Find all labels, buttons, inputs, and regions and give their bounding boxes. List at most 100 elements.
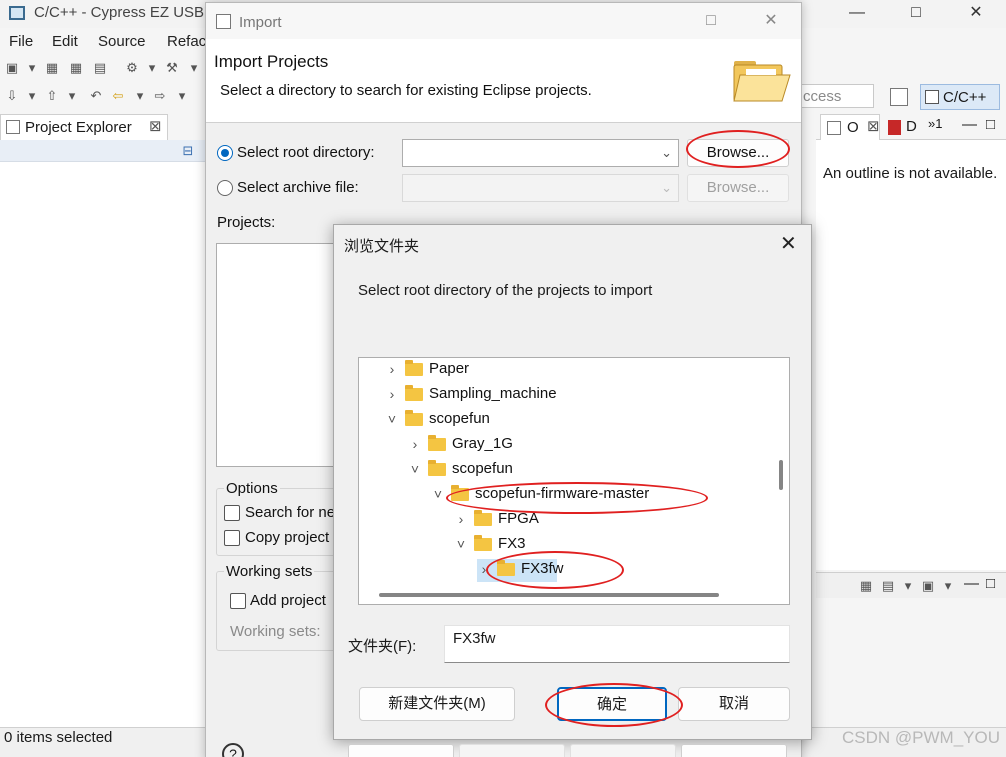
- tree-item[interactable]: › Paper: [359, 358, 769, 383]
- chevron-down-icon[interactable]: ▾: [64, 88, 80, 104]
- archive-file-radio[interactable]: [217, 180, 233, 196]
- chevron-down-icon[interactable]: ▾: [186, 60, 202, 76]
- chevron-down-icon[interactable]: ▾: [24, 60, 40, 76]
- copy-projects-checkbox[interactable]: [224, 530, 240, 546]
- build-config-icon[interactable]: ⚙: [124, 60, 140, 76]
- save-icon[interactable]: ▦: [44, 60, 60, 76]
- tree-item[interactable]: ˅ scopefun-firmware-master: [359, 483, 769, 508]
- chevron-down-icon[interactable]: ▾: [900, 578, 916, 594]
- browse-folder-dialog: 浏览文件夹 ✕ Select root directory of the pro…: [333, 224, 812, 740]
- projects-list[interactable]: [216, 243, 336, 467]
- tree-item[interactable]: ˅ scopefun: [359, 458, 769, 483]
- chevron-right-icon[interactable]: ›: [408, 436, 422, 452]
- browse-button[interactable]: Browse...: [687, 139, 789, 167]
- folder-tree[interactable]: › Paper › Sampling_machine ˅ scopefun › Gray_1G…: [358, 357, 790, 605]
- prev-annotation-icon[interactable]: ⇧: [44, 88, 60, 104]
- page-subtitle: Select a directory to search for existin…: [220, 82, 592, 99]
- wizard-cancel-button[interactable]: [681, 744, 787, 757]
- outline-tab[interactable]: O ⊠: [820, 114, 880, 140]
- close-icon[interactable]: ✕: [760, 10, 782, 32]
- view-menu-icon[interactable]: ▦: [858, 578, 874, 594]
- close-tab-icon[interactable]: ⊠: [149, 117, 162, 135]
- browse-title-bar: 浏览文件夹 ✕: [334, 225, 811, 261]
- last-edit-icon[interactable]: ↶: [88, 88, 104, 104]
- open-perspective-icon[interactable]: [890, 88, 908, 106]
- chevron-down-icon[interactable]: ▾: [24, 88, 40, 104]
- chevron-right-icon[interactable]: ›: [385, 386, 399, 402]
- tree-item[interactable]: ˅ FX3: [359, 533, 769, 558]
- close-tab-icon[interactable]: ⊠: [867, 117, 880, 135]
- archive-file-combo[interactable]: ⌄: [402, 174, 679, 202]
- close-icon[interactable]: ✕: [965, 2, 987, 24]
- cancel-button[interactable]: 取消: [678, 687, 790, 721]
- tree-item[interactable]: › FX3fw: [359, 558, 769, 583]
- chevron-right-icon[interactable]: ›: [454, 511, 468, 527]
- minimize-icon[interactable]: —: [846, 2, 868, 24]
- chevron-down-icon[interactable]: ▾: [174, 88, 190, 104]
- horizontal-scroll-thumb[interactable]: [379, 593, 719, 597]
- back-button[interactable]: [348, 744, 454, 757]
- project-explorer-tree[interactable]: [0, 162, 206, 727]
- project-explorer-tab[interactable]: Project Explorer ⊠: [0, 114, 168, 140]
- project-explorer-label: Project Explorer: [25, 119, 132, 136]
- chevron-down-icon[interactable]: ˅: [408, 461, 422, 477]
- search-nested-checkbox[interactable]: [224, 505, 240, 521]
- maximize-view-icon[interactable]: □: [986, 575, 995, 592]
- new-folder-button[interactable]: 新建文件夹(M): [359, 687, 515, 721]
- open-folder-icon: [733, 61, 791, 102]
- maximize-icon[interactable]: □: [905, 2, 927, 24]
- save-all-icon[interactable]: ▦: [68, 60, 84, 76]
- print-icon[interactable]: ▤: [92, 60, 108, 76]
- tree-item[interactable]: › Sampling_machine: [359, 383, 769, 408]
- chevron-down-icon[interactable]: ˅: [431, 486, 445, 502]
- minimize-view-icon[interactable]: —: [964, 575, 979, 592]
- collapse-all-icon[interactable]: ⊟: [180, 143, 196, 159]
- add-project-checkbox[interactable]: [230, 593, 246, 609]
- vertical-scroll-thumb[interactable]: [779, 460, 783, 490]
- maximize-view-icon[interactable]: □: [986, 116, 995, 133]
- perspective-cpp-button[interactable]: C/C++: [920, 84, 1000, 110]
- more-tabs-button[interactable]: »1: [928, 116, 942, 131]
- folder-icon: [405, 410, 423, 426]
- vertical-scrollbar[interactable]: [775, 358, 789, 586]
- pdf-tab[interactable]: D: [884, 114, 924, 140]
- display-icon[interactable]: ▤: [880, 578, 896, 594]
- chevron-right-icon[interactable]: ›: [385, 361, 399, 377]
- chevron-down-icon[interactable]: ˅: [385, 411, 399, 427]
- root-directory-radio[interactable]: [217, 145, 233, 161]
- next-annotation-icon[interactable]: ⇩: [4, 88, 20, 104]
- lower-right-toolbar: ▦ ▤ ▾ ▣ ▾ — □: [816, 572, 1006, 598]
- chevron-right-icon[interactable]: ›: [477, 561, 491, 577]
- import-window-icon: [216, 14, 231, 29]
- tree-item[interactable]: ˅ scopefun: [359, 408, 769, 433]
- tree-item[interactable]: › Gray_1G: [359, 433, 769, 458]
- tree-item[interactable]: › FPGA: [359, 508, 769, 533]
- root-directory-combo[interactable]: ⌄: [402, 139, 679, 167]
- help-icon[interactable]: ?: [222, 743, 244, 757]
- chevron-down-icon[interactable]: ▾: [144, 60, 160, 76]
- quick-access-input[interactable]: ccess: [800, 84, 874, 108]
- menu-file[interactable]: File: [9, 33, 33, 50]
- horizontal-scrollbar[interactable]: [359, 586, 775, 604]
- close-icon[interactable]: ✕: [780, 231, 797, 256]
- new-console-icon[interactable]: ▣: [920, 578, 936, 594]
- new-icon[interactable]: ▣: [4, 60, 20, 76]
- build-icon[interactable]: ⚒: [164, 60, 180, 76]
- browse-archive-button[interactable]: Browse...: [687, 174, 789, 202]
- chevron-down-icon[interactable]: ˅: [454, 536, 468, 552]
- menu-refactor[interactable]: Refac: [167, 33, 206, 50]
- next-button[interactable]: [459, 744, 565, 757]
- finish-button[interactable]: [570, 744, 676, 757]
- copy-projects-label: Copy project: [245, 529, 330, 546]
- maximize-icon[interactable]: □: [700, 10, 722, 32]
- chevron-down-icon[interactable]: ▾: [132, 88, 148, 104]
- folder-field[interactable]: FX3fw: [444, 625, 790, 663]
- ok-button[interactable]: 确定: [557, 687, 667, 721]
- chevron-down-icon[interactable]: ▾: [940, 578, 956, 594]
- minimize-view-icon[interactable]: —: [962, 116, 977, 133]
- menu-source[interactable]: Source: [98, 33, 146, 50]
- back-icon[interactable]: ⇦: [110, 88, 126, 104]
- forward-icon[interactable]: ⇨: [152, 88, 168, 104]
- search-nested-label: Search for ne: [245, 504, 336, 521]
- menu-edit[interactable]: Edit: [52, 33, 78, 50]
